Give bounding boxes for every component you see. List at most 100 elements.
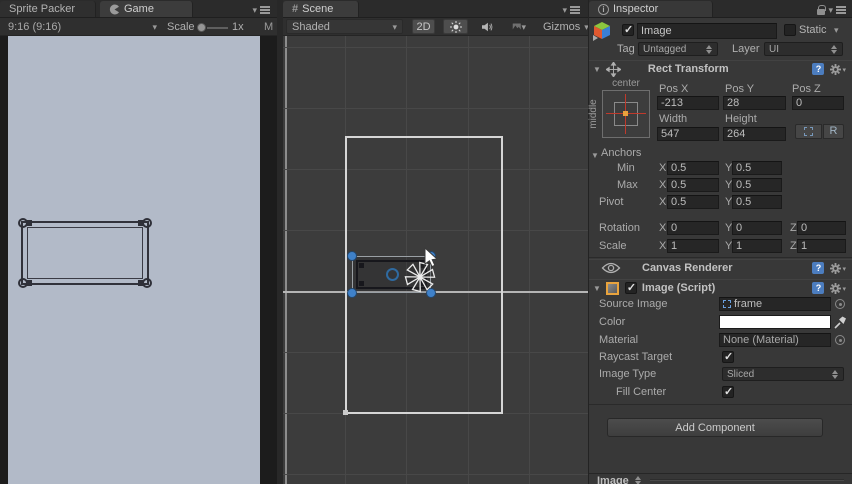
anchor-min-x-field[interactable]: 0.5 (667, 161, 719, 175)
source-image-field[interactable]: frame (719, 297, 831, 311)
color-swatch[interactable] (719, 315, 831, 329)
pivot-x-field[interactable]: 0.5 (667, 195, 719, 209)
anchor-preset-widget[interactable] (602, 90, 650, 138)
raycast-target-checkbox[interactable] (722, 350, 734, 363)
layer-dropdown[interactable]: UI (764, 42, 843, 56)
blueprint-mode-button[interactable] (795, 124, 822, 139)
shading-dropdown[interactable]: Shaded (286, 19, 403, 34)
panel-dropdown-icon[interactable] (252, 4, 257, 16)
game-panel-menu[interactable] (252, 4, 270, 16)
rotation-y-field[interactable]: 0 (732, 221, 782, 235)
image-component-title: Image (Script) (641, 282, 716, 294)
gameobject-cube-icon[interactable] (592, 21, 612, 41)
x-axis-label: X (659, 162, 667, 174)
grid-line (283, 108, 588, 109)
static-checkbox[interactable] (784, 24, 796, 36)
pos-y-field[interactable]: 28 (723, 96, 786, 110)
preview-splitter-bar[interactable]: Image (589, 473, 852, 484)
tab-scene[interactable]: # Scene (283, 1, 359, 17)
rect-transform-header[interactable]: Rect Transform ? (589, 60, 852, 77)
gear-icon (830, 64, 842, 75)
anchors-title: Anchors (601, 147, 642, 159)
material-field[interactable]: None (Material) (719, 333, 831, 347)
tag-dropdown[interactable]: Untagged (638, 42, 718, 56)
anchors-max-row: Max X 0.5 Y 0.5 (589, 178, 852, 193)
scene-panel-menu[interactable] (562, 4, 580, 16)
panel-menu-icon[interactable] (836, 6, 846, 14)
aspect-dropdown[interactable]: 9:16 (9:16) (0, 18, 163, 36)
inspector-panel-menu[interactable] (817, 4, 846, 16)
anchor-max-x-field[interactable]: 0.5 (667, 178, 719, 192)
fill-center-checkbox[interactable] (722, 385, 734, 398)
tab-inspector[interactable]: i Inspector (589, 1, 713, 17)
image-type-dropdown[interactable]: Sliced (722, 367, 844, 381)
scale-label: Scale (599, 240, 627, 252)
object-picker-icon[interactable] (835, 299, 845, 309)
effects-dropdown-icon[interactable] (521, 21, 526, 33)
gizmos-dropdown[interactable]: Gizmos (543, 19, 589, 34)
material-label: Material (599, 334, 639, 346)
help-icon[interactable]: ? (812, 282, 825, 294)
gameobject-name-field[interactable]: Image (637, 23, 777, 39)
component-gear-menu[interactable] (830, 262, 846, 274)
tab-game[interactable]: Game (100, 1, 193, 17)
rotation-row: Rotation X 0 Y 0 Z 0 (589, 221, 852, 236)
image-component-header[interactable]: Image (Script) ? (589, 279, 852, 296)
object-picker-icon[interactable] (835, 335, 845, 345)
anchors-foldout[interactable]: Anchors (589, 146, 852, 161)
foldout-icon[interactable] (593, 63, 601, 75)
eyedropper-icon[interactable] (834, 316, 847, 329)
height-field[interactable]: 264 (723, 127, 786, 141)
raw-edit-button[interactable]: R (823, 124, 844, 139)
width-field[interactable]: 547 (657, 127, 719, 141)
effects-toggle-button[interactable] (507, 19, 531, 34)
panel-menu-icon[interactable] (570, 6, 580, 14)
gameobject-active-checkbox[interactable] (622, 23, 634, 36)
component-gear-menu[interactable] (830, 63, 846, 75)
maximize-label-clipped[interactable]: M (264, 21, 273, 33)
anchor-max-y-field[interactable]: 0.5 (732, 178, 782, 192)
scale-x-field[interactable]: 1 (667, 239, 719, 253)
game-panel: Sprite Packer Game 9:16 (9:16) Scale 1x … (0, 0, 277, 484)
scale-slider-track[interactable] (207, 27, 228, 29)
help-icon[interactable]: ? (812, 63, 825, 75)
rect-handle-bottom-left[interactable] (347, 288, 357, 298)
add-component-button[interactable]: Add Component (607, 418, 823, 437)
game-toolbar: 9:16 (9:16) Scale 1x M (0, 18, 277, 36)
audio-toggle-button[interactable] (477, 19, 498, 34)
tab-sprite-packer[interactable]: Sprite Packer (0, 1, 96, 17)
rect-handle-top-left[interactable] (347, 251, 357, 261)
scene-view[interactable] (283, 36, 588, 484)
anchor-vertical-label: middle (588, 99, 599, 129)
scale-z-field[interactable]: 1 (797, 239, 846, 253)
preview-drag-groove[interactable] (649, 479, 844, 481)
help-icon[interactable]: ? (812, 262, 825, 274)
anchor-min-y-field[interactable]: 0.5 (732, 161, 782, 175)
pos-z-field[interactable]: 0 (792, 96, 844, 110)
image-enabled-checkbox[interactable] (624, 281, 637, 294)
rotation-x-field[interactable]: 0 (667, 221, 719, 235)
scale-slider-knob[interactable] (197, 23, 206, 32)
preview-popup-icon[interactable] (634, 476, 642, 484)
2d-toggle-button[interactable]: 2D (412, 19, 435, 34)
scale-y-field[interactable]: 1 (732, 239, 782, 253)
rotation-z-field[interactable]: 0 (797, 221, 846, 235)
canvas-renderer-header[interactable]: Canvas Renderer ? (589, 259, 852, 276)
component-gear-menu[interactable] (830, 282, 846, 294)
static-dropdown-icon[interactable] (834, 24, 839, 36)
foldout-icon[interactable] (591, 149, 599, 161)
lock-icon[interactable] (817, 5, 827, 15)
pivot-y-field[interactable]: 0.5 (732, 195, 782, 209)
foldout-icon[interactable] (593, 282, 601, 294)
tag-label: Tag (617, 43, 635, 55)
panel-dropdown-icon[interactable] (562, 4, 567, 16)
panel-menu-icon[interactable] (260, 6, 270, 14)
grid-line (283, 47, 588, 48)
tab-game-label: Game (124, 3, 154, 15)
canvas-corner-dot[interactable] (343, 410, 348, 415)
panel-dropdown-icon[interactable] (828, 4, 833, 16)
color-label: Color (599, 316, 626, 328)
material-row: Material None (Material) (589, 333, 852, 348)
lighting-toggle-button[interactable] (443, 19, 468, 34)
pos-x-field[interactable]: -213 (657, 96, 719, 110)
